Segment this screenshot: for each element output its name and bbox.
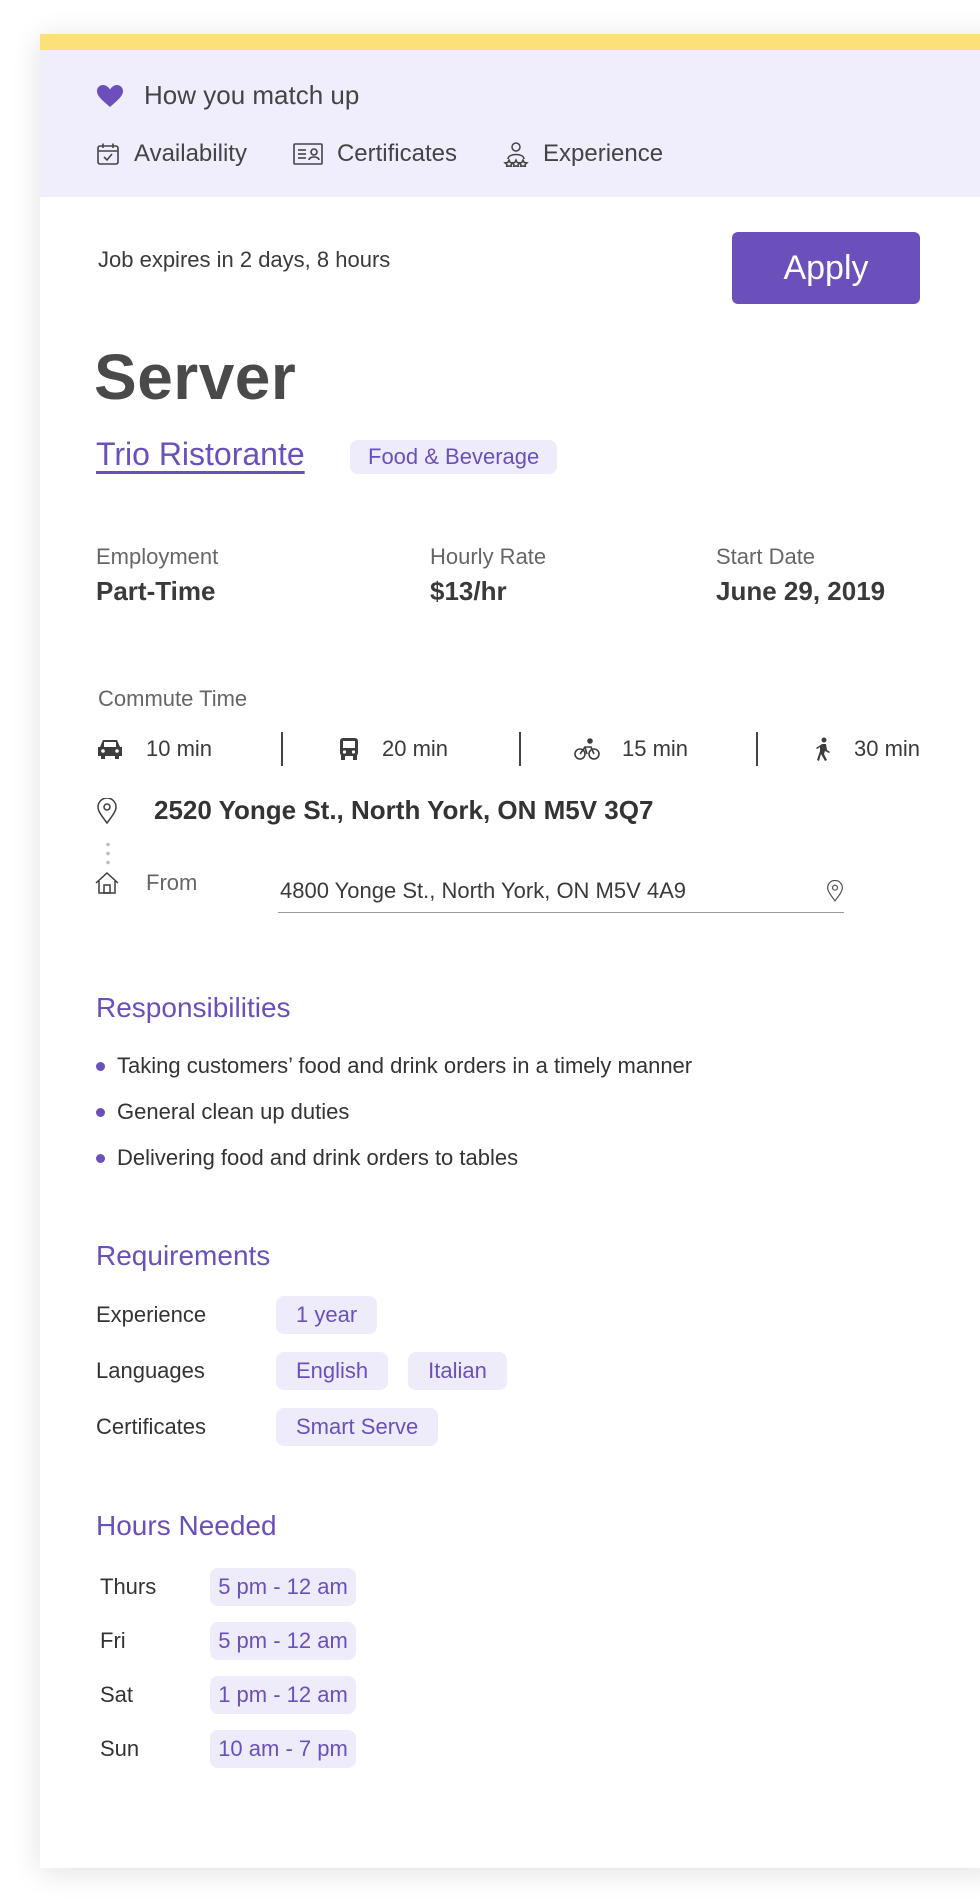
list-item: Delivering food and drink orders to tabl… <box>96 1135 692 1181</box>
certificates-label: Certificates <box>96 1414 207 1439</box>
tab-experience-label: Experience <box>543 140 664 167</box>
responsibilities-heading: Responsibilities <box>96 992 291 1023</box>
walking-icon <box>816 737 830 761</box>
match-title: How you match up <box>144 80 360 110</box>
requirement-languages: Languages English Italian <box>96 1352 527 1390</box>
tab-availability[interactable]: Availability <box>96 140 247 168</box>
language-chip: English <box>276 1352 389 1390</box>
employment-value: Part-Time <box>96 576 216 606</box>
experience-label: Experience <box>96 1302 207 1327</box>
apply-button[interactable]: Apply <box>732 232 920 304</box>
job-title: Server <box>94 341 297 413</box>
tab-certificates[interactable]: Certificates <box>293 140 457 168</box>
hours-day: Thurs <box>100 1574 157 1599</box>
hourly-rate-label: Hourly Rate <box>430 544 547 569</box>
location-pin-icon <box>97 797 117 824</box>
commute-bicycle-time: 15 min <box>622 736 689 761</box>
commute-walking: 30 min <box>814 732 920 766</box>
category-badge: Food & Beverage <box>350 440 558 474</box>
commute-car-time: 10 min <box>146 736 213 761</box>
tab-availability-label: Availability <box>134 140 247 167</box>
employment-label: Employment <box>96 544 219 569</box>
commute-walking-time: 30 min <box>854 736 921 761</box>
commute-car: 10 min <box>96 732 212 766</box>
from-address-input[interactable]: 4800 Yonge St., North York, ON M5V 4A9 <box>278 870 844 913</box>
bus-icon <box>340 738 358 760</box>
calendar-check-icon <box>97 143 119 165</box>
hours-chip: 5 pm - 12 am <box>210 1622 356 1660</box>
hourly-rate-value: $13/hr <box>430 576 507 606</box>
match-tabs: Availability Certificates Experience <box>96 140 709 168</box>
start-date-stat: Start Date June 29, 2019 <box>716 544 885 607</box>
tab-certificates-label: Certificates <box>336 140 457 167</box>
hours-chip: 1 pm - 12 am <box>210 1676 356 1714</box>
hours-row: Fri 5 pm - 12 am <box>100 1622 376 1660</box>
requirement-experience: Experience 1 year <box>96 1296 397 1334</box>
hourly-rate-stat: Hourly Rate $13/hr <box>430 544 546 607</box>
commute-bus: 20 min <box>338 732 448 766</box>
match-panel: How you match up Availability Certificat… <box>40 50 980 197</box>
job-expiry-text: Job expires in 2 days, 8 hours <box>98 247 391 272</box>
from-address-value: 4800 Yonge St., North York, ON M5V 4A9 <box>280 878 687 903</box>
certificate-chip: Smart Serve <box>276 1408 439 1446</box>
person-stars-icon <box>503 142 529 167</box>
list-item: General clean up duties <box>96 1089 692 1135</box>
from-label: From <box>146 870 198 895</box>
employment-stat: Employment Part-Time <box>96 544 218 607</box>
employer-link[interactable]: Trio Ristorante <box>96 436 305 473</box>
destination-text: 2520 Yonge St., North York, ON M5V 3Q7 <box>154 795 654 825</box>
match-header: How you match up <box>96 80 359 111</box>
experience-chip: 1 year <box>276 1296 378 1334</box>
requirements-heading: Requirements <box>96 1240 271 1271</box>
hours-day: Sat <box>100 1682 134 1707</box>
car-icon <box>98 740 122 759</box>
hours-day: Fri <box>100 1628 126 1653</box>
hours-chip: 10 am - 7 pm <box>210 1730 356 1768</box>
hours-row: Sun 10 am - 7 pm <box>100 1730 376 1768</box>
bicycle-icon <box>574 738 600 760</box>
hours-row: Thurs 5 pm - 12 am <box>100 1568 376 1606</box>
commute-bicycle: 15 min <box>574 732 688 766</box>
job-card: How you match up Availability Certificat… <box>40 34 980 1868</box>
home-icon <box>95 871 119 894</box>
commute-divider <box>756 732 758 766</box>
start-date-label: Start Date <box>716 544 816 569</box>
hours-day: Sun <box>100 1736 140 1761</box>
hours-heading: Hours Needed <box>96 1510 277 1541</box>
tab-experience[interactable]: Experience <box>503 140 663 168</box>
commute-modes: 10 min 20 min 15 min 30 min <box>96 732 976 766</box>
from-address-row: From 4800 Yonge St., North York, ON M5V … <box>94 870 844 913</box>
id-card-icon <box>293 143 323 165</box>
commute-divider <box>281 732 283 766</box>
heart-icon <box>97 84 123 107</box>
languages-label: Languages <box>96 1358 205 1383</box>
commute-divider <box>519 732 521 766</box>
commute-label: Commute Time <box>98 686 248 711</box>
destination-address: 2520 Yonge St., North York, ON M5V 3Q7 <box>96 795 653 826</box>
language-chip: Italian <box>408 1352 507 1390</box>
hours-row: Sat 1 pm - 12 am <box>100 1676 376 1714</box>
start-date-value: June 29, 2019 <box>716 576 886 606</box>
requirement-certificates: Certificates Smart Serve <box>96 1408 458 1446</box>
route-dots <box>106 840 110 868</box>
list-item: Taking customers’ food and drink orders … <box>96 1043 692 1089</box>
responsibilities-list: Taking customers’ food and drink orders … <box>96 1043 692 1181</box>
location-pin-icon[interactable] <box>826 880 844 902</box>
commute-bus-time: 20 min <box>382 736 449 761</box>
hours-chip: 5 pm - 12 am <box>210 1568 356 1606</box>
